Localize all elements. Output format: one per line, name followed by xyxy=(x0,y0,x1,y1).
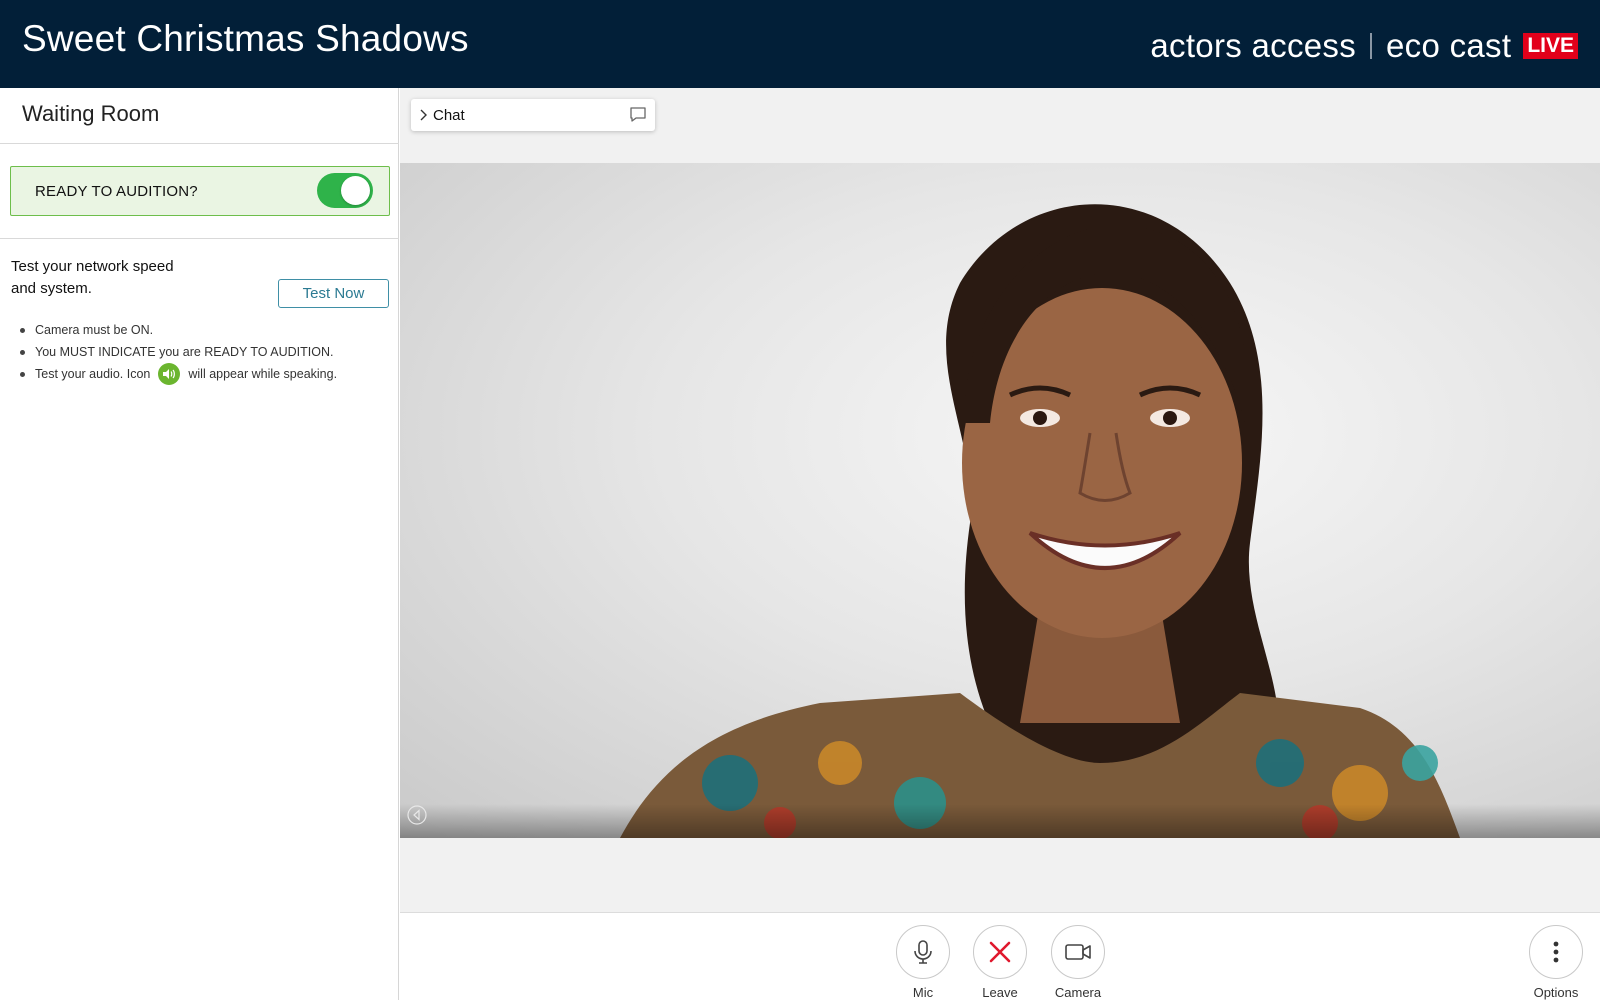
video-person-image xyxy=(620,204,1460,838)
chat-bubble-icon xyxy=(629,107,647,128)
instruction-text: will appear while speaking. xyxy=(188,367,338,381)
video-camera-icon xyxy=(1065,944,1091,960)
app-header: Sweet Christmas Shadows actors access ec… xyxy=(0,0,1600,88)
main-stage: Chat Mic Leave Camera Options xyxy=(400,88,1600,1000)
leave-button[interactable] xyxy=(973,925,1027,979)
mic-control[interactable]: Mic xyxy=(895,925,951,1000)
leave-control[interactable]: Leave xyxy=(972,925,1028,1000)
divider xyxy=(0,238,399,239)
video-controls-overlay xyxy=(400,804,1600,838)
list-item: You MUST INDICATE you are READY TO AUDIT… xyxy=(20,341,337,363)
brand-actors-access: actors access xyxy=(1150,27,1357,64)
brand-logo: actors access eco cast LIVE xyxy=(1150,26,1578,66)
instruction-text: Test your audio. Icon xyxy=(35,367,151,381)
more-vertical-icon xyxy=(1553,941,1559,963)
microphone-icon xyxy=(914,940,932,964)
close-icon xyxy=(989,941,1011,963)
sidebar-title: Waiting Room xyxy=(22,101,160,126)
list-item: Test your audio. Icon will appear while … xyxy=(20,363,337,385)
network-test-line1: Test your network speed xyxy=(11,258,174,275)
divider xyxy=(0,143,399,144)
call-controls-bar: Mic Leave Camera Options xyxy=(400,912,1600,1000)
camera-label: Camera xyxy=(1054,985,1102,1000)
chevron-right-icon xyxy=(419,108,427,126)
chat-toggle[interactable]: Chat xyxy=(411,99,655,131)
waiting-room-sidebar: Waiting Room READY TO AUDITION? Test you… xyxy=(0,88,399,1000)
instruction-text: Camera must be ON. xyxy=(35,323,154,337)
audition-title: Sweet Christmas Shadows xyxy=(22,18,469,59)
mic-button[interactable] xyxy=(896,925,950,979)
video-feed xyxy=(400,163,1600,838)
options-button[interactable] xyxy=(1529,925,1583,979)
bullet xyxy=(20,327,25,333)
camera-control[interactable]: Camera xyxy=(1050,925,1106,1000)
instruction-text: You MUST INDICATE you are READY TO AUDIT… xyxy=(35,345,334,359)
ready-label: READY TO AUDITION? xyxy=(35,183,198,200)
video-collapse-icon[interactable] xyxy=(406,804,428,831)
ready-to-audition-panel: READY TO AUDITION? xyxy=(10,166,390,216)
bullet xyxy=(20,371,25,377)
network-test-line2: and system. xyxy=(11,280,92,297)
test-now-button[interactable]: Test Now xyxy=(278,279,389,308)
list-item: Camera must be ON. xyxy=(20,319,337,341)
bullet xyxy=(20,349,25,355)
mic-label: Mic xyxy=(912,985,934,1000)
leave-label: Leave xyxy=(982,985,1018,1000)
options-label: Options xyxy=(1533,985,1579,1000)
brand-eco-cast: eco cast xyxy=(1386,27,1512,64)
toggle-knob xyxy=(341,176,370,205)
chat-label: Chat xyxy=(433,107,465,124)
live-badge: LIVE xyxy=(1523,33,1578,59)
network-test-text: Test your network speed and system. xyxy=(11,256,211,300)
speaker-icon xyxy=(158,363,181,385)
instruction-list: Camera must be ON. You MUST INDICATE you… xyxy=(20,319,337,385)
brand-separator xyxy=(1370,33,1373,59)
camera-button[interactable] xyxy=(1051,925,1105,979)
ready-toggle[interactable] xyxy=(317,173,373,208)
options-control[interactable]: Options xyxy=(1528,925,1584,1000)
